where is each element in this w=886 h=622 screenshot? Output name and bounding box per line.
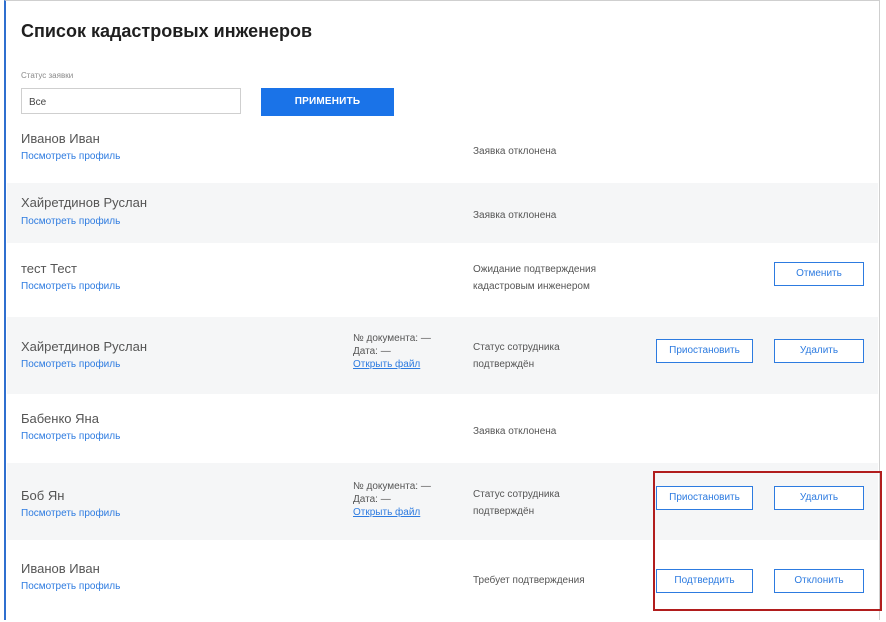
view-profile-link[interactable]: Посмотреть профиль [21,216,120,227]
employee-status-line: Статус сотрудника [473,489,560,500]
open-file-link[interactable]: Открыть файл [353,506,431,519]
view-profile-link[interactable]: Посмотреть профиль [21,359,120,370]
highlight-box [653,471,882,611]
engineer-name: Иванов Иван [21,131,100,146]
employee-status: Статус сотрудника подтверждён [473,486,560,520]
status-filter-label: Статус заявки [21,71,74,80]
employee-status-line: подтверждён [473,506,535,517]
document-date: Дата: — [353,346,391,357]
list-item: Хайретдинов Руслан Посмотреть профиль № … [7,317,878,394]
engineer-name: Хайретдинов Руслан [21,339,148,354]
list-item: Бабенко Яна Посмотреть профиль Заявка от… [7,400,878,460]
suspend-button[interactable]: Приостановить [656,339,753,363]
apply-button[interactable]: ПРИМЕНИТЬ [261,88,394,116]
status-filter-input[interactable]: Все [21,88,241,114]
page-title: Список кадастровых инженеров [21,21,313,41]
document-info: № документа: — Дата: — Открыть файл [353,332,431,371]
request-status: Заявка отклонена [473,426,557,437]
list-item: тест Тест Посмотреть профиль Ожидание по… [7,250,878,310]
document-info: № документа: — Дата: — Открыть файл [353,480,431,519]
engineer-name: Бабенко Яна [21,411,99,426]
view-profile-link[interactable]: Посмотреть профиль [21,281,120,292]
document-number: № документа: — [353,481,431,492]
engineer-name: Хайретдинов Руслан [21,195,148,210]
employee-status-line: Статус сотрудника [473,342,560,353]
engineer-name: Боб Ян [21,488,65,503]
cancel-button[interactable]: Отменить [774,262,864,286]
list-item: Иванов Иван Посмотреть профиль Заявка от… [7,120,878,180]
list-item: Хайретдинов Руслан Посмотреть профиль За… [7,183,878,243]
request-status: Заявка отклонена [473,210,557,221]
employee-status-line: подтверждён [473,359,535,370]
document-date: Дата: — [353,494,391,505]
engineer-name: Иванов Иван [21,561,100,576]
document-number: № документа: — [353,333,431,344]
view-profile-link[interactable]: Посмотреть профиль [21,581,120,592]
request-status-line: Ожидание подтверждения [473,264,597,275]
view-profile-link[interactable]: Посмотреть профиль [21,508,120,519]
view-profile-link[interactable]: Посмотреть профиль [21,431,120,442]
employee-status: Статус сотрудника подтверждён [473,339,560,373]
delete-button[interactable]: Удалить [774,339,864,363]
request-status: Ожидание подтверждения кадастровым инжен… [473,261,596,295]
view-profile-link[interactable]: Посмотреть профиль [21,151,120,162]
open-file-link[interactable]: Открыть файл [353,358,431,371]
request-status: Требует подтверждения [473,575,585,586]
engineer-name: тест Тест [21,261,77,276]
request-status: Заявка отклонена [473,146,557,157]
request-status-line: кадастровым инженером [473,281,590,292]
